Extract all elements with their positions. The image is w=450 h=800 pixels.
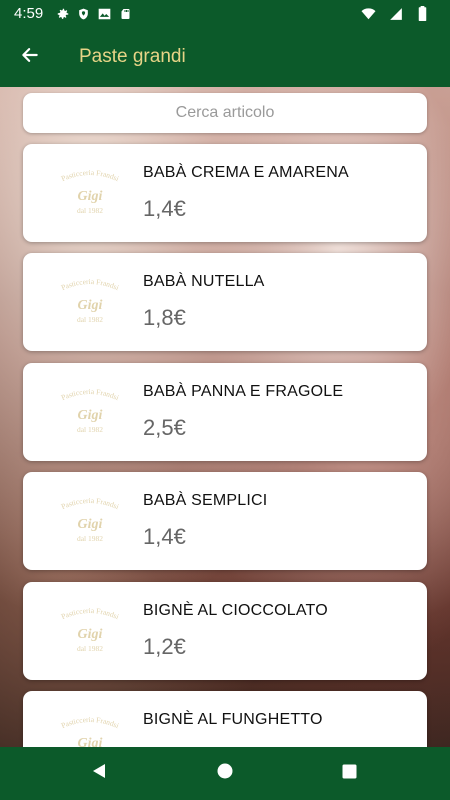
- svg-text:Pasticceria Frandsi: Pasticceria Frandsi: [60, 277, 121, 292]
- status-bar: 4:59: [0, 0, 450, 27]
- product-card[interactable]: Pasticceria Frandsi Gigi dal 1982 BABÀ NUTE…: [23, 253, 427, 351]
- recents-square-icon: [342, 764, 357, 784]
- product-name: BABÀ PANNA E FRAGOLE: [143, 383, 344, 400]
- shield-icon: [76, 6, 91, 21]
- product-price: 1,2€: [143, 634, 186, 659]
- product-name: BABÀ NUTELLA: [143, 273, 265, 290]
- bakery-logo: Pasticceria FrandsiGigidal 1982: [55, 713, 125, 747]
- product-card[interactable]: Pasticceria Frandsi Gigi dal 1982 BABÀ CREM…: [23, 144, 427, 242]
- app-bar: Paste grandi: [0, 27, 450, 87]
- bakery-logo: Pasticceria Frandsi Gigi dal 1982: [55, 166, 125, 220]
- svg-text:Gigi: Gigi: [78, 408, 103, 423]
- product-card[interactable]: Pasticceria Frandsi Gigi dal 1982 BABÀ SEMP…: [23, 472, 427, 570]
- svg-text:dal 1982: dal 1982: [77, 644, 103, 653]
- settings-icon: [55, 6, 70, 21]
- nav-recents-button[interactable]: [319, 747, 379, 800]
- product-price: 1,4€: [143, 524, 186, 549]
- product-card[interactable]: Pasticceria Frandsi Gigi dal 1982 BIGNÈ AL …: [23, 582, 427, 680]
- back-button[interactable]: [0, 27, 60, 87]
- nav-back-button[interactable]: [69, 747, 129, 800]
- svg-text:Pasticceria Frandsi: Pasticceria Frandsi: [60, 606, 121, 621]
- product-card[interactable]: Pasticceria FrandsiGigidal 1982BIGNÈ AL …: [23, 691, 427, 747]
- svg-text:dal 1982: dal 1982: [77, 425, 103, 434]
- svg-text:Gigi: Gigi: [78, 189, 103, 204]
- sd-card-icon: [118, 6, 133, 21]
- svg-text:Gigi: Gigi: [78, 298, 103, 313]
- home-circle-icon: [217, 763, 233, 784]
- signal-icon: [388, 6, 403, 21]
- svg-text:dal 1982: dal 1982: [77, 315, 103, 324]
- status-time: 4:59: [14, 5, 44, 22]
- bakery-logo: Pasticceria Frandsi Gigi dal 1982: [55, 385, 125, 439]
- arrow-left-icon: [20, 45, 40, 70]
- svg-text:Gigi: Gigi: [78, 627, 103, 642]
- back-triangle-icon: [91, 763, 107, 784]
- bakery-logo: Pasticceria Frandsi Gigi dal 1982: [55, 275, 125, 329]
- product-price: 1,4€: [143, 196, 186, 221]
- svg-text:Pasticceria Frandsi: Pasticceria Frandsi: [60, 715, 121, 730]
- product-price: 2,5€: [143, 415, 186, 440]
- product-list[interactable]: Pasticceria Frandsi Gigi dal 1982 BABÀ CREM…: [0, 87, 450, 747]
- svg-text:dal 1982: dal 1982: [77, 206, 103, 215]
- product-card[interactable]: Pasticceria Frandsi Gigi dal 1982 BABÀ PANN…: [23, 363, 427, 461]
- battery-icon: [415, 6, 430, 21]
- svg-text:Gigi: Gigi: [78, 517, 103, 532]
- svg-text:Pasticceria Frandsi: Pasticceria Frandsi: [60, 387, 121, 402]
- system-nav-bar: [0, 747, 450, 800]
- product-name: BABÀ SEMPLICI: [143, 492, 268, 509]
- search-input[interactable]: [23, 104, 427, 122]
- product-name: BABÀ CREMA E AMARENA: [143, 164, 349, 181]
- page-title: Paste grandi: [79, 46, 186, 67]
- wifi-icon: [361, 6, 376, 21]
- svg-text:Gigi: Gigi: [78, 736, 103, 747]
- product-name: BIGNÈ AL CIOCCOLATO: [143, 602, 328, 619]
- svg-text:dal 1982: dal 1982: [77, 534, 103, 543]
- product-price: 1,8€: [143, 305, 186, 330]
- bakery-logo: Pasticceria Frandsi Gigi dal 1982: [55, 494, 125, 548]
- svg-text:Pasticceria Frandsi: Pasticceria Frandsi: [60, 496, 121, 511]
- mail-icon: [97, 6, 112, 21]
- bakery-logo: Pasticceria Frandsi Gigi dal 1982: [55, 604, 125, 658]
- search-box[interactable]: [23, 93, 427, 133]
- product-name: BIGNÈ AL FUNGHETTO: [143, 711, 323, 728]
- svg-text:Pasticceria Frandsi: Pasticceria Frandsi: [60, 168, 121, 183]
- nav-home-button[interactable]: [195, 747, 255, 800]
